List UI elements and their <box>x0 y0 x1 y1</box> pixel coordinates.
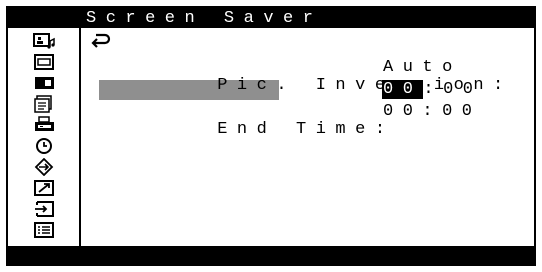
sidebar <box>8 28 79 246</box>
footer-bar <box>6 248 536 266</box>
osd-window: Screen Saver Pic. Inversion: Auto Start … <box>6 6 536 266</box>
start-time-separator: : <box>423 80 444 99</box>
menu-title: Screen Saver <box>86 9 323 28</box>
end-time-label: End Time: <box>217 120 395 139</box>
end-time-value[interactable]: 00:00 <box>383 103 482 121</box>
list-menu-icon[interactable] <box>33 221 57 239</box>
start-time-hours[interactable]: 00 <box>382 80 424 99</box>
end-time-hours[interactable]: 00 <box>383 102 422 121</box>
menu-panel: Pic. Inversion: Auto Start Time: 00:00 E… <box>81 28 534 246</box>
picture-person-icon[interactable] <box>33 32 57 50</box>
split-screen-icon[interactable] <box>33 74 57 92</box>
document-screen-icon[interactable] <box>33 95 57 113</box>
pic-inversion-value[interactable]: Auto <box>383 59 462 77</box>
clock-icon[interactable] <box>33 137 57 155</box>
input-arrow-icon[interactable] <box>33 200 57 218</box>
start-time-minutes[interactable]: 00 <box>443 80 482 99</box>
menu-item-end-time[interactable]: End Time: <box>99 103 395 139</box>
diamond-arrow-icon[interactable] <box>33 158 57 176</box>
tv-screen-icon[interactable] <box>33 53 57 71</box>
end-time-separator: : <box>422 102 443 121</box>
start-time-value[interactable]: 00:00 <box>382 80 483 99</box>
end-time-minutes[interactable]: 00 <box>442 102 481 121</box>
return-arrow-icon[interactable] <box>91 32 111 48</box>
printer-screen-icon[interactable] <box>33 116 57 134</box>
resize-arrow-icon[interactable] <box>33 179 57 197</box>
